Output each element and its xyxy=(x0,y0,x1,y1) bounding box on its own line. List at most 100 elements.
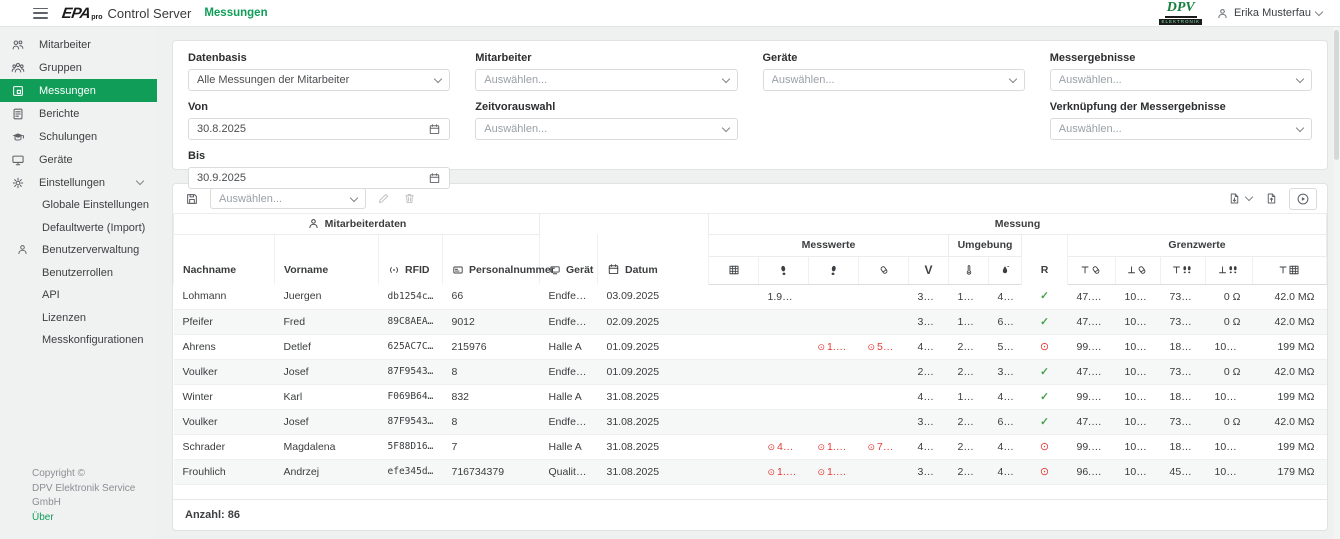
wrist-strap-icon xyxy=(1090,264,1102,276)
chevron-down-icon xyxy=(721,124,729,132)
cell-temperature: 16 °C xyxy=(949,384,989,409)
column-header-temperature[interactable] xyxy=(949,256,989,284)
import-file-icon xyxy=(1265,192,1278,205)
sidebar-item-benutzerverwaltung[interactable]: Benutzerverwaltung xyxy=(0,239,157,262)
humidity-icon xyxy=(999,264,1011,276)
cell-vorname: Juergen xyxy=(275,284,379,309)
cell-result: ✓ xyxy=(1022,284,1068,309)
scrollbar-thumb[interactable] xyxy=(1334,30,1339,160)
table-row[interactable]: VoulkerJosef87F954333…8Endfertigung31.08… xyxy=(174,409,1327,434)
messergebnisse-select[interactable]: Auswählen... xyxy=(1050,69,1312,91)
sidebar-item-messkonfigurationen[interactable]: Messkonfigurationen xyxy=(0,329,157,352)
run-button[interactable] xyxy=(1289,188,1317,210)
cell-datum: 31.08.2025 xyxy=(598,384,709,409)
page-scrollbar[interactable] xyxy=(1333,27,1340,539)
cell-voltage: 30.5 V xyxy=(909,309,949,334)
column-header-datum[interactable]: Datum xyxy=(598,234,709,284)
table-row[interactable]: FrouhlichAndrzejefe345d52…716734379Quali… xyxy=(174,459,1327,484)
cell-limit-max-feet: 73.0 MΩ xyxy=(1161,359,1206,384)
cell-humidity: 42 % xyxy=(989,459,1022,484)
zeitvorauswahl-select[interactable]: Auswählen... xyxy=(475,118,737,140)
cell-measure-foot-left xyxy=(759,384,809,409)
reports-icon xyxy=(10,106,26,122)
cell-measure-foot-right xyxy=(809,384,859,409)
mitarbeiter-select[interactable]: Auswählen... xyxy=(475,69,737,91)
calendar-icon xyxy=(607,263,620,276)
column-header-foot-left[interactable] xyxy=(759,256,809,284)
datenbasis-select[interactable]: Alle Messungen der Mitarbeiter xyxy=(188,69,450,91)
alert-icon: ⊙ xyxy=(768,467,776,477)
cell-limit-max-feet: 189 MΩ xyxy=(1161,434,1206,459)
groups-icon xyxy=(10,60,26,76)
sidebar-item-lizenzen[interactable]: Lizenzen xyxy=(0,307,157,330)
sidebar-item-schulungen[interactable]: Schulungen xyxy=(0,125,157,148)
devices-icon xyxy=(10,152,26,168)
column-header-limit-min-wrist[interactable]: ⊥ xyxy=(1116,256,1161,284)
cell-limit-max-wrist: 47.0 MΩ xyxy=(1068,409,1116,434)
sidebar-item-einstellungen[interactable]: Einstellungen xyxy=(0,171,157,194)
column-header-humidity[interactable] xyxy=(989,256,1022,284)
sidebar-item-label: Schulungen xyxy=(39,131,97,143)
cell-datum: 31.08.2025 xyxy=(598,409,709,434)
sidebar-item-api[interactable]: API xyxy=(0,284,157,307)
table-row[interactable]: PfeiferFred89C8AEADB…9012Endfertigung02.… xyxy=(174,309,1327,334)
column-header-personalnummer[interactable]: Personalnummer xyxy=(443,234,540,284)
cell-datum: 02.09.2025 xyxy=(598,309,709,334)
column-header-limit-max-wrist[interactable]: ⊤ xyxy=(1068,256,1116,284)
sidebar-item-benutzerrollen[interactable]: Benutzerrollen xyxy=(0,262,157,285)
column-header-rfid[interactable]: RFID xyxy=(379,234,443,284)
cell-limit-max-total: 42.0 MΩ xyxy=(1253,284,1327,309)
report-button[interactable] xyxy=(1263,190,1280,207)
verknuepfung-select[interactable]: Auswählen... xyxy=(1050,118,1312,140)
sidebar-item-gruppen[interactable]: Gruppen xyxy=(0,56,157,79)
cell-temperature: 16 °C xyxy=(949,284,989,309)
cell-humidity: 41 % xyxy=(989,284,1022,309)
column-header-foot-right[interactable] xyxy=(809,256,859,284)
geraete-select[interactable]: Auswählen... xyxy=(763,69,1025,91)
column-header-limit-max-total[interactable]: ⊤ xyxy=(1253,256,1327,284)
column-header-vorname[interactable]: Vorname xyxy=(275,234,379,284)
table-row[interactable]: VoulkerJosef87F954333…8Endfertigung01.09… xyxy=(174,359,1327,384)
sidebar-item-berichte[interactable]: Berichte xyxy=(0,102,157,125)
cell-limit-max-total: 199 MΩ xyxy=(1253,334,1327,359)
cell-limit-min-feet: 0 Ω xyxy=(1206,284,1253,309)
alert-icon: ⊙ xyxy=(818,467,826,477)
column-header-limit-max-feet[interactable]: ⊤ xyxy=(1161,256,1206,284)
view-select[interactable]: Auswählen... xyxy=(210,188,366,209)
edit-view-button[interactable] xyxy=(375,190,392,207)
cell-rfid: 625AC7CB2… xyxy=(379,334,443,359)
table-row[interactable]: WinterKarlF069B649C…832Halle A31.08.2025… xyxy=(174,384,1327,409)
cell-geraet: Endfertigung xyxy=(540,284,598,309)
column-header-voltage[interactable]: V xyxy=(909,256,949,284)
column-header-resistance-matrix[interactable] xyxy=(709,256,759,284)
sidebar-item-globale-einstellungen[interactable]: Globale Einstellungen xyxy=(0,194,157,217)
sidebar-item-geraete[interactable]: Geräte xyxy=(0,148,157,171)
column-header-geraet[interactable]: Gerät xyxy=(540,234,598,284)
table-row[interactable]: SchraderMagdalena5F88D16FE…7Halle A31.08… xyxy=(174,434,1327,459)
user-menu[interactable]: Erika Musterfau xyxy=(1216,7,1322,20)
cell-geraet: Endfertigung xyxy=(540,309,598,334)
sidebar-item-label: Messungen xyxy=(39,85,96,97)
sidebar-item-mitarbeiter[interactable]: Mitarbeiter xyxy=(0,33,157,56)
about-link[interactable]: Über xyxy=(32,511,157,526)
table-row[interactable]: AhrensDetlef625AC7CB2…215976Halle A01.09… xyxy=(174,334,1327,359)
delete-view-button[interactable] xyxy=(401,190,418,207)
column-header-result[interactable]: R xyxy=(1022,234,1068,284)
column-header-limit-min-feet[interactable]: ⊥ xyxy=(1206,256,1253,284)
sidebar-item-messungen[interactable]: Messungen xyxy=(0,79,157,102)
export-button[interactable] xyxy=(1226,190,1254,207)
save-view-button[interactable] xyxy=(183,190,201,208)
column-header-nachname[interactable]: Nachname xyxy=(174,234,275,284)
cell-rfid: efe345d52… xyxy=(379,459,443,484)
result-alert-icon: ⊙ xyxy=(1040,341,1049,353)
cell-measure-resistance-matrix xyxy=(709,434,759,459)
menu-icon[interactable] xyxy=(33,8,48,19)
cell-vorname: Josef xyxy=(275,359,379,384)
cell-measure-foot-left xyxy=(759,359,809,384)
table-row[interactable]: LohmannJuergendb1254ce7…66Endfertigung03… xyxy=(174,284,1327,309)
group-header-grenzwerte: Grenzwerte xyxy=(1068,234,1327,256)
column-header-wrist[interactable] xyxy=(859,256,909,284)
sidebar-item-defaultwerte-import[interactable]: Defaultwerte (Import) xyxy=(0,217,157,240)
cell-personalnummer: 8 xyxy=(443,359,540,384)
von-date-input[interactable]: 30.8.2025 xyxy=(188,118,450,140)
